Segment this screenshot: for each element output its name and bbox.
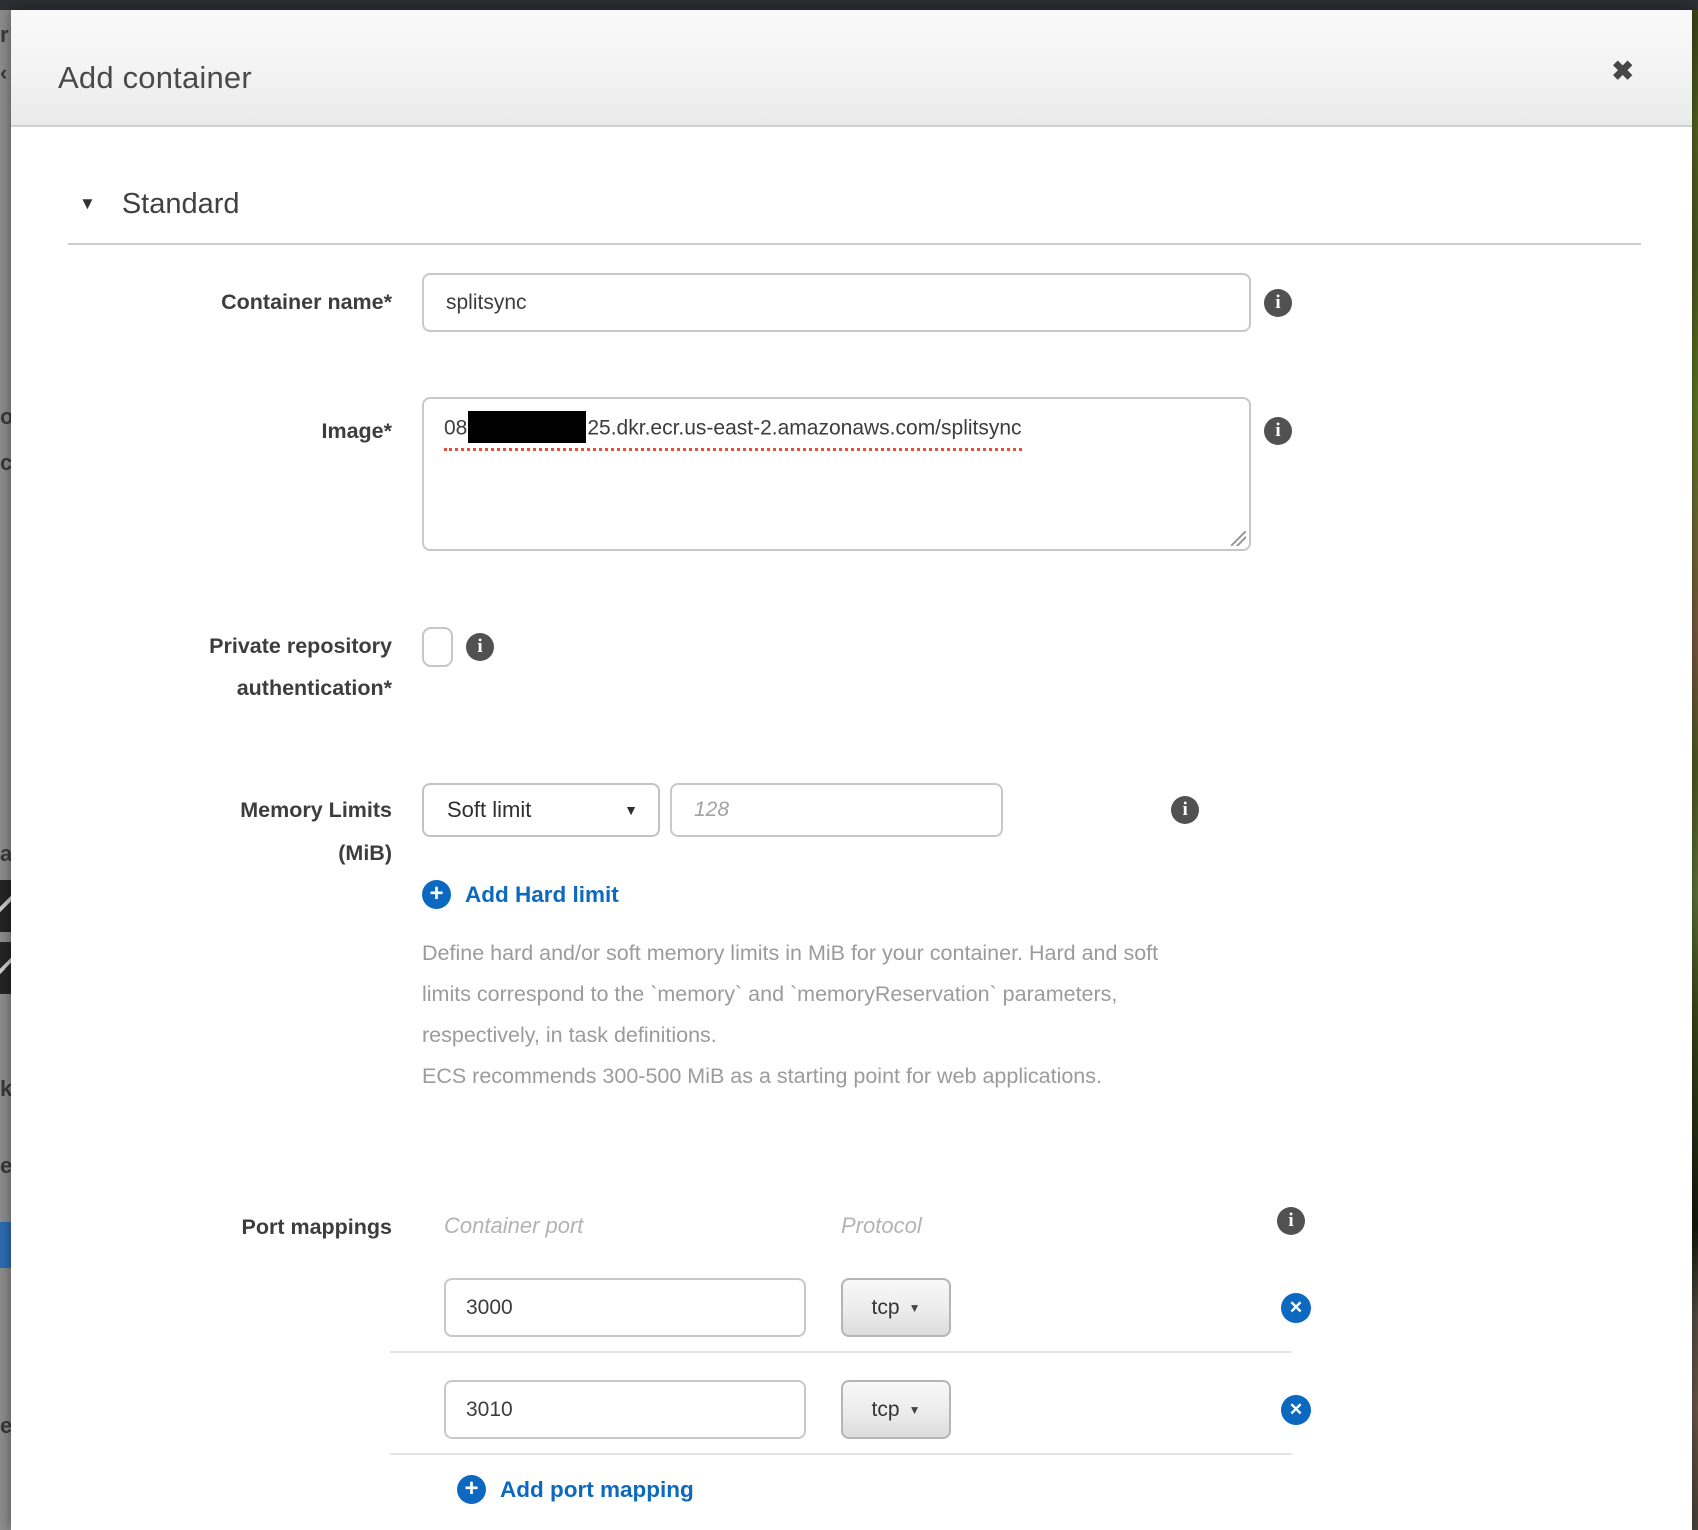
protocol-column-header: Protocol xyxy=(841,1213,922,1239)
private-repo-label: Private repository authentication* xyxy=(11,625,392,709)
remove-port-mapping-icon[interactable]: ✕ xyxy=(1281,1395,1311,1425)
image-value-prefix: 08 xyxy=(444,417,467,440)
container-port-input[interactable] xyxy=(444,1278,806,1337)
port-mappings-label: Port mappings xyxy=(11,1207,392,1251)
chevron-down-icon: ▼ xyxy=(909,1301,921,1315)
port-row-divider xyxy=(390,1351,1292,1353)
chevron-down-icon[interactable]: ▼ xyxy=(79,194,96,214)
port-row-divider xyxy=(390,1453,1292,1455)
image-label: Image* xyxy=(11,397,392,551)
container-port-column-header: Container port xyxy=(444,1213,583,1239)
private-repo-checkbox[interactable] xyxy=(422,627,453,667)
port-mapping-row: tcp ▼ ✕ xyxy=(11,1278,1692,1337)
protocol-value: tcp xyxy=(872,1398,900,1422)
background-wallpaper-right-strip xyxy=(1691,10,1698,1530)
port-mapping-row: tcp ▼ ✕ xyxy=(11,1380,1692,1439)
protocol-select[interactable]: tcp ▼ xyxy=(841,1380,951,1439)
redacted-account-id xyxy=(468,411,586,443)
help-text-line: respectively, in task definitions. xyxy=(422,1015,1158,1056)
section-title: Standard xyxy=(122,188,240,221)
memory-limit-type-value: Soft limit xyxy=(447,797,531,823)
port-mappings-header: Port mappings Container port Protocol i xyxy=(11,1207,1692,1251)
add-port-mapping-label: Add port mapping xyxy=(500,1477,694,1503)
memory-limits-help-text: Define hard and/or soft memory limits in… xyxy=(422,933,1158,1097)
memory-limits-row: Memory Limits (MiB) Soft limit ▼ + Add H… xyxy=(11,783,1692,1097)
add-hard-limit-link[interactable]: + Add Hard limit xyxy=(422,880,1158,909)
memory-limit-type-select[interactable]: Soft limit ▼ xyxy=(422,783,660,837)
help-text-line: limits correspond to the `memory` and `m… xyxy=(422,974,1158,1015)
resize-handle[interactable] xyxy=(1231,531,1246,546)
close-icon[interactable]: ✖ xyxy=(1611,58,1634,85)
add-port-mapping-link[interactable]: + Add port mapping xyxy=(457,1475,1692,1504)
section-divider xyxy=(68,243,1641,245)
remove-port-mapping-icon[interactable]: ✕ xyxy=(1281,1293,1311,1323)
info-icon[interactable]: i xyxy=(1277,1207,1305,1235)
modal-header: Add container ✖ xyxy=(11,10,1692,127)
container-name-input[interactable] xyxy=(422,273,1251,332)
help-text-line: ECS recommends 300-500 MiB as a starting… xyxy=(422,1056,1158,1097)
protocol-select[interactable]: tcp ▼ xyxy=(841,1278,951,1337)
info-icon[interactable]: i xyxy=(466,633,494,661)
protocol-value: tcp xyxy=(872,1296,900,1320)
image-value: 08 25.dkr.ecr.us-east-2.amazonaws.com/spl… xyxy=(444,411,1022,451)
help-text-line: Define hard and/or soft memory limits in… xyxy=(422,933,1158,974)
memory-limits-label: Memory Limits (MiB) xyxy=(11,783,392,1097)
info-icon[interactable]: i xyxy=(1171,796,1199,824)
private-repo-row: Private repository authentication* i xyxy=(11,625,1692,709)
chevron-down-icon: ▼ xyxy=(909,1403,921,1417)
image-row: Image* 08 25.dkr.ecr.us-east-2.amazonaws.… xyxy=(11,397,1692,551)
modal-body: ▼ Standard Container name* i Image* 08 25… xyxy=(11,185,1692,1504)
standard-section-header[interactable]: ▼ Standard xyxy=(79,185,1692,223)
add-container-modal: Add container ✖ ▼ Standard Container nam… xyxy=(11,10,1692,1530)
port-mappings-section: Port mappings Container port Protocol i … xyxy=(11,1207,1692,1504)
plus-icon: + xyxy=(422,880,451,909)
add-hard-limit-label: Add Hard limit xyxy=(465,882,619,908)
chevron-down-icon: ▼ xyxy=(624,802,638,818)
container-port-input[interactable] xyxy=(444,1380,806,1439)
container-name-row: Container name* i xyxy=(11,273,1692,332)
info-icon[interactable]: i xyxy=(1264,289,1292,317)
modal-title: Add container xyxy=(58,60,252,96)
image-textarea[interactable]: 08 25.dkr.ecr.us-east-2.amazonaws.com/spl… xyxy=(422,397,1251,551)
image-value-suffix: 25.dkr.ecr.us-east-2.amazonaws.com/split… xyxy=(587,417,1021,440)
background-top-bar xyxy=(0,0,1698,10)
container-name-label: Container name* xyxy=(11,273,392,332)
memory-limit-value-input[interactable] xyxy=(670,783,1003,837)
plus-icon: + xyxy=(457,1475,486,1504)
port-mapping-rows: tcp ▼ ✕ tcp ▼ ✕ xyxy=(11,1278,1692,1455)
info-icon[interactable]: i xyxy=(1264,417,1292,445)
